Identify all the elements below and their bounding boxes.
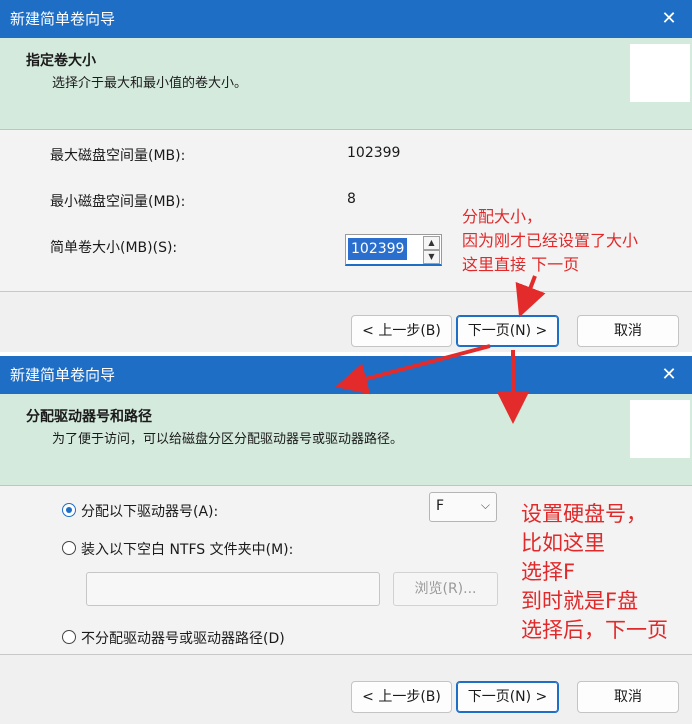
dialog1-title: 新建简单卷向导 — [10, 10, 116, 28]
assign-letter-radio[interactable] — [62, 503, 76, 517]
annotation-line: 分配大小， — [462, 207, 543, 226]
volume-size-dialog: 新建简单卷向导 ✕ 指定卷大小 选择介于最大和最小值的卷大小。 — [0, 0, 692, 352]
annotation-line: 选择F — [521, 560, 576, 584]
annotation-line: 这里直接 下一页 — [462, 255, 580, 274]
dialog2-header: 分配驱动器号和路径 为了便于访问，可以给磁盘分区分配驱动器号或驱动器路径。 — [0, 394, 692, 486]
volume-size-label: 简单卷大小(MB)(S): — [50, 240, 178, 256]
dialog2-header-image — [630, 400, 690, 458]
dialog1-cancel-button[interactable]: 取消 — [577, 315, 679, 347]
assign-letter-label: 分配以下驱动器号(A): — [81, 504, 219, 520]
drive-letter-select[interactable]: F ⌵ — [429, 492, 497, 522]
min-space-label: 最小磁盘空间量(MB): — [50, 194, 186, 210]
annotation-line: 到时就是F盘 — [521, 589, 639, 613]
dialog2-header-subtitle: 为了便于访问，可以给磁盘分区分配驱动器号或驱动器路径。 — [52, 432, 404, 447]
annotation-line: 设置硬盘号， — [521, 502, 647, 526]
dialog2-titlebar[interactable]: 新建简单卷向导 — [0, 356, 692, 394]
chevron-up-icon[interactable]: ▲ — [423, 236, 440, 250]
mount-folder-label: 装入以下空白 NTFS 文件夹中(M): — [81, 542, 294, 558]
drive-letter-value: F — [436, 498, 445, 514]
min-space-value: 8 — [347, 191, 356, 207]
dialog1-header-image — [630, 44, 690, 102]
dialog1-next-button[interactable]: 下一页(N) > — [456, 315, 559, 347]
dialog1-header: 指定卷大小 选择介于最大和最小值的卷大小。 — [0, 38, 692, 130]
dialog2-title: 新建简单卷向导 — [10, 366, 116, 384]
annotation-line: 选择后，下一页 — [521, 618, 668, 642]
annotation-volume-size: 分配大小， 因为刚才已经设置了大小 这里直接 下一页 — [462, 205, 638, 277]
chevron-down-icon[interactable]: ▼ — [423, 250, 440, 264]
dialog2-header-title: 分配驱动器号和路径 — [26, 409, 152, 425]
dialog1-header-title: 指定卷大小 — [26, 53, 96, 69]
dialog2-cancel-button[interactable]: 取消 — [577, 681, 679, 713]
dialog2-divider — [0, 654, 692, 655]
chevron-down-icon: ⌵ — [480, 498, 490, 512]
dialog1-titlebar[interactable]: 新建简单卷向导 — [0, 0, 692, 38]
annotation-line: 因为刚才已经设置了大小 — [462, 231, 639, 250]
folder-path-input[interactable] — [86, 572, 380, 606]
max-space-value: 102399 — [347, 145, 401, 161]
dialog1-divider — [0, 291, 692, 292]
dialog1-back-button[interactable]: < 上一步(B) — [351, 315, 452, 347]
max-space-label: 最大磁盘空间量(MB): — [50, 148, 186, 164]
annotation-line: 比如这里 — [521, 531, 605, 555]
no-letter-label: 不分配驱动器号或驱动器路径(D) — [81, 631, 285, 647]
mount-folder-radio[interactable] — [62, 541, 76, 555]
browse-button[interactable]: 浏览(R)... — [393, 572, 498, 606]
dialog2-close-icon[interactable]: ✕ — [646, 356, 692, 394]
volume-size-stepper[interactable]: 102399 ▲ ▼ — [345, 234, 442, 266]
dialog1-header-subtitle: 选择介于最大和最小值的卷大小。 — [52, 76, 248, 91]
dialog2-back-button[interactable]: < 上一步(B) — [351, 681, 452, 713]
no-letter-radio[interactable] — [62, 630, 76, 644]
volume-size-input[interactable]: 102399 — [348, 238, 408, 260]
dialog2-next-button[interactable]: 下一页(N) > — [456, 681, 559, 713]
dialog1-close-icon[interactable]: ✕ — [646, 0, 692, 38]
annotation-drive-letter: 设置硬盘号， 比如这里 选择F 到时就是F盘 选择后，下一页 — [521, 500, 668, 645]
